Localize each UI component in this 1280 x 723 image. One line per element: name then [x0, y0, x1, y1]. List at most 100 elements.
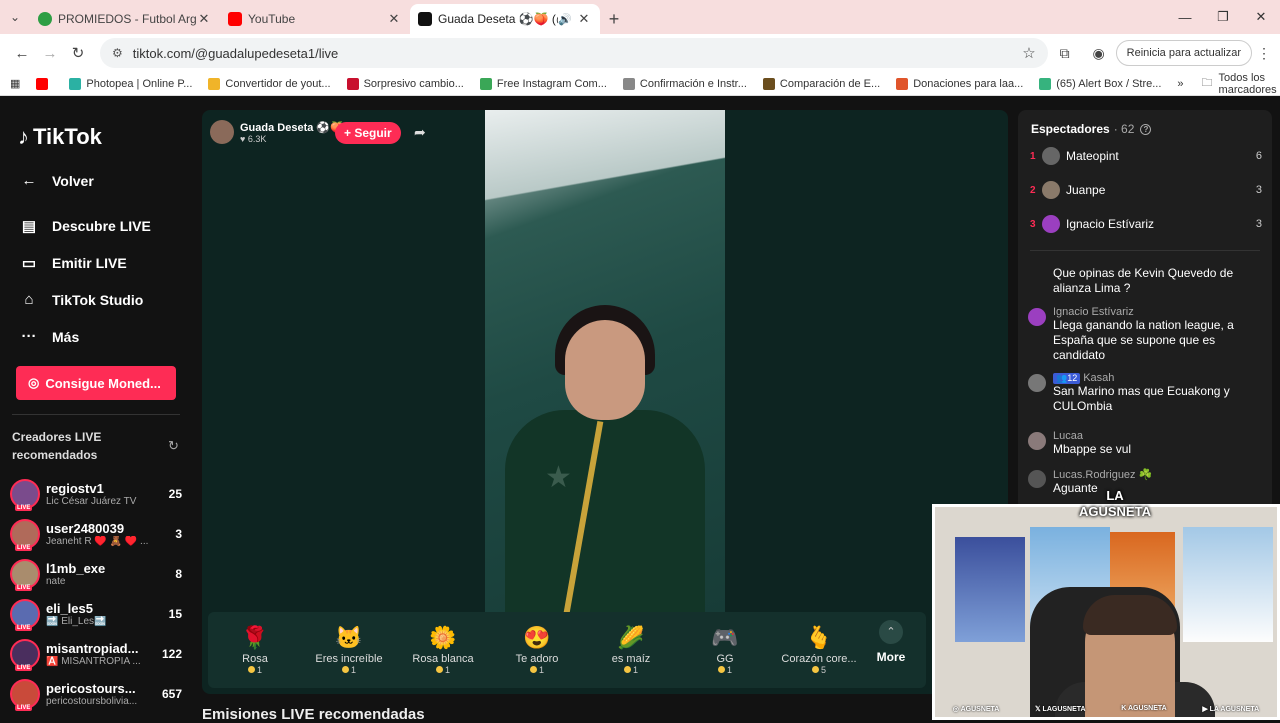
bookmark-item[interactable]: Donaciones para laa...	[896, 77, 1023, 90]
top-viewer-item[interactable]: 1 Mateopint 6	[1030, 147, 1262, 165]
bookmark-item[interactable]: Sorpresivo cambio...	[346, 77, 464, 90]
bookmark-item[interactable]: (65) Alert Box / Stre...	[1039, 77, 1162, 90]
browser-tab[interactable]: YouTube ✕	[220, 4, 410, 34]
avatar[interactable]	[1028, 374, 1046, 392]
social-handles: ◎ AGUSNETA 𝕏 LAGUSNETA K AGUSNETA ▶ LA A…	[935, 705, 1277, 713]
browser-tab[interactable]: PROMIEDOS - Futbol Argentino ✕	[30, 4, 220, 34]
avatar: LIVE	[10, 679, 40, 711]
tiktok-logo[interactable]: ♪ TikTok	[18, 124, 102, 150]
minimize-icon[interactable]: —	[1166, 10, 1204, 25]
bookmark-item[interactable]: Comparación de E...	[762, 77, 880, 90]
coin-icon	[529, 666, 537, 673]
gift-icon: 🐱	[335, 625, 363, 650]
youtube-bookmark-icon[interactable]	[36, 77, 53, 90]
nav-go-live[interactable]: ▭ Emitir LIVE	[18, 254, 127, 272]
nav-discover-live[interactable]: ▤ Descubre LIVE	[18, 217, 151, 235]
viewer-count: 25	[168, 487, 182, 501]
gift-item[interactable]: 🐱 Eres increíble 1	[302, 625, 396, 675]
gift-name: es maíz	[611, 653, 651, 665]
tab-search-chevron-icon[interactable]: ⌄	[0, 0, 30, 34]
bookmark-star-icon[interactable]: ☆	[1022, 44, 1035, 62]
brand-logo-top: LA	[1106, 488, 1124, 503]
all-bookmarks-link[interactable]: Todos los marcadores	[1219, 72, 1277, 96]
live-video[interactable]: ★	[485, 110, 725, 612]
gift-icon: 🌽	[617, 625, 645, 650]
avatar[interactable]	[1028, 268, 1046, 286]
nav-more[interactable]: ··· Más	[18, 328, 80, 345]
window-controls: — ❐ ✕	[1166, 0, 1280, 34]
host-info[interactable]: Guada Deseta ⚽🍑 ♥ 6.3K	[210, 120, 344, 144]
creator-item[interactable]: LIVE pericostours... pericostoursbolivia..…	[10, 676, 182, 712]
creator-item[interactable]: LIVE user2480039 Jeaneht R ♥️ 🧸 ♥️ ... 3	[10, 516, 182, 552]
creator-name: pericostours...	[46, 681, 136, 696]
back-link[interactable]: ← Volver	[18, 172, 94, 189]
close-icon[interactable]: ✕	[386, 11, 402, 27]
forward-arrow-icon[interactable]: →	[36, 45, 64, 62]
info-icon[interactable]: ?	[1140, 123, 1152, 135]
bookmark-label: Confirmación e Instr...	[639, 77, 747, 90]
browser-tab-active[interactable]: Guada Deseta ⚽🍑 (@gua 🔊 ✕	[410, 4, 600, 34]
bookmark-label: (65) Alert Box / Stre...	[1056, 77, 1162, 90]
sidebar-divider	[12, 414, 180, 415]
chevron-right-icon[interactable]: »	[1177, 78, 1183, 90]
viewers-header: Espectadores · 62 ?	[1031, 122, 1152, 136]
creator-item[interactable]: LIVE regiostv1 Lic César Juárez TV 25	[10, 476, 182, 512]
follow-button[interactable]: + Seguir	[335, 122, 401, 144]
reload-icon[interactable]: ↻	[64, 44, 92, 62]
new-tab-button[interactable]: +	[600, 4, 628, 34]
chat-username[interactable]: Lucaa	[1053, 430, 1131, 442]
bookmark-item[interactable]: Photopea | Online P...	[69, 77, 192, 90]
close-icon[interactable]: ✕	[196, 11, 212, 27]
kebab-menu-icon[interactable]: ⋮	[1256, 45, 1272, 62]
maximize-icon[interactable]: ❐	[1204, 9, 1242, 25]
kick-handle: K AGUSNETA	[1121, 705, 1167, 712]
close-icon[interactable]: ✕	[576, 11, 592, 27]
chat-message: Ignacio Estívariz Llega ganando la nation…	[1028, 306, 1264, 363]
url-text: tiktok.com/@guadalupedeseta1/live	[132, 45, 339, 61]
top-viewer-item[interactable]: 3 Ignacio Estívariz 3	[1030, 215, 1262, 233]
video-ceiling	[485, 110, 725, 230]
avatar[interactable]	[1028, 470, 1046, 488]
avatar[interactable]	[1028, 432, 1046, 450]
avatar[interactable]	[1028, 308, 1046, 326]
more-gifts-button[interactable]: ⌃ More	[866, 620, 916, 664]
chat-message: 👥12 Kasah San Marino mas que Ecuakong y CU…	[1028, 372, 1264, 414]
gift-name: Te adoro	[515, 653, 559, 665]
gift-item[interactable]: 🌹 Rosa 1	[208, 625, 302, 675]
bookmark-favicon-icon	[762, 77, 775, 90]
site-settings-icon[interactable]: ⚙	[112, 46, 123, 60]
viewer-score: 6	[1255, 150, 1262, 162]
chat-username-text: Lucaa	[1053, 430, 1083, 442]
apps-grid-icon[interactable]: ▦	[10, 77, 20, 90]
viewer-rank: 1	[1030, 150, 1036, 162]
creator-info: regiostv1 Lic César Juárez TV	[46, 481, 158, 507]
extensions-icon[interactable]: ⧉	[1048, 45, 1082, 62]
bookmark-item[interactable]: Convertidor de yout...	[208, 77, 331, 90]
gift-item[interactable]: 🫰 Corazón core... 5	[772, 625, 866, 675]
chat-username[interactable]: Ignacio Estívariz	[1053, 306, 1264, 318]
close-window-icon[interactable]: ✕	[1242, 9, 1280, 25]
nav-tiktok-studio[interactable]: ⌂ TikTok Studio	[18, 291, 143, 308]
address-bar[interactable]: ⚙ tiktok.com/@guadalupedeseta1/live ☆	[100, 38, 1048, 68]
avatar[interactable]	[210, 120, 234, 144]
chat-username[interactable]: 👥12 Kasah	[1053, 372, 1264, 384]
creator-item[interactable]: LIVE eli_les5 🔜 Eli_Les🔜 15	[10, 596, 182, 632]
update-button[interactable]: Reinicia para actualizar	[1115, 40, 1252, 66]
bookmark-item[interactable]: Confirmación e Instr...	[622, 77, 747, 90]
back-arrow-icon[interactable]: ←	[8, 45, 36, 62]
get-coins-button[interactable]: ◎ Consigue Moned...	[16, 366, 176, 400]
bookmark-item[interactable]: Free Instagram Com...	[479, 77, 607, 90]
gift-item[interactable]: 🌽 es maíz 1	[584, 625, 678, 675]
share-icon[interactable]: ➦	[414, 124, 426, 141]
creator-item[interactable]: LIVE l1mb_exe nate 8	[10, 556, 182, 592]
speaker-icon[interactable]: 🔊	[558, 13, 572, 26]
creator-item[interactable]: LIVE misantropiad... 🅰️ MISANTROPIA ... 122	[10, 636, 182, 672]
top-viewer-item[interactable]: 2 Juanpe 3	[1030, 181, 1262, 199]
profile-icon[interactable]: ◉	[1082, 45, 1116, 62]
gift-item[interactable]: 🎮 GG 1	[678, 625, 772, 675]
wall-poster	[1183, 527, 1273, 642]
refresh-icon[interactable]: ↻	[168, 438, 179, 454]
gift-item[interactable]: 🌼 Rosa blanca 1	[396, 625, 490, 675]
gift-item[interactable]: 😍 Te adoro 1	[490, 625, 584, 675]
avatar: LIVE	[10, 639, 40, 671]
